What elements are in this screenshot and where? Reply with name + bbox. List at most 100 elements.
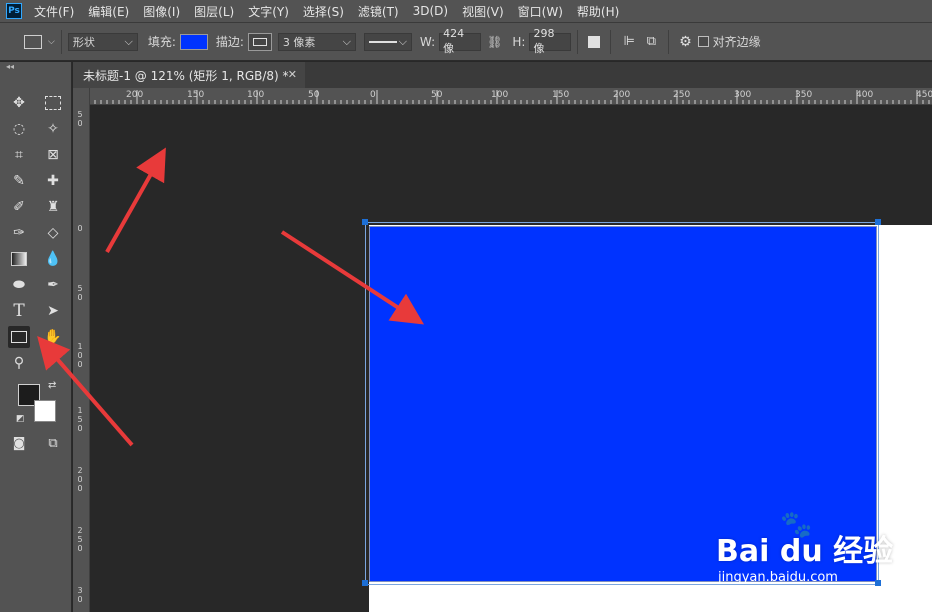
stroke-color-swatch[interactable] bbox=[247, 32, 272, 51]
separator bbox=[610, 29, 612, 54]
menu-window[interactable]: 窗口(W) bbox=[518, 3, 563, 20]
blur-tool-icon[interactable]: 💧 bbox=[42, 248, 64, 270]
gear-icon[interactable]: ⚙ bbox=[679, 34, 692, 50]
document-tab-title: 未标题-1 @ 121% (矩形 1, RGB/8) * bbox=[83, 68, 289, 83]
width-field[interactable]: 424 像 bbox=[439, 27, 482, 55]
ruler-label: 2 5 0 bbox=[77, 526, 83, 553]
fill-label: 填充: bbox=[147, 35, 176, 49]
eraser-tool-icon[interactable]: ◇ bbox=[42, 222, 64, 244]
collapse-panel-icon[interactable]: ◂◂ bbox=[6, 62, 14, 71]
tool-preset-picker[interactable] bbox=[24, 34, 42, 49]
link-icon[interactable]: ⛓ bbox=[487, 35, 502, 49]
menu-edit[interactable]: 编辑(E) bbox=[88, 3, 129, 20]
height-label: H: bbox=[512, 34, 526, 49]
menu-help[interactable]: 帮助(H) bbox=[577, 3, 619, 20]
magic-wand-tool-icon[interactable]: ✧ bbox=[42, 118, 64, 140]
history-brush-tool-icon[interactable]: ✑ bbox=[8, 222, 30, 244]
menu-image[interactable]: 图像(I) bbox=[143, 3, 180, 20]
menu-3d[interactable]: 3D(D) bbox=[413, 4, 448, 18]
ruler-label: 0 bbox=[77, 224, 83, 233]
menu-filter[interactable]: 滤镜(T) bbox=[358, 3, 399, 20]
pen-tool-icon[interactable]: ✒ bbox=[42, 274, 64, 296]
eyedropper-tool-icon[interactable]: ✎ bbox=[8, 170, 30, 192]
transform-handle[interactable] bbox=[362, 219, 368, 225]
options-bar: ⌵ 形状 ⌵ 填充: 描边: 3 像素 ⌵ ⌵ W: 424 像 ⛓ H: 29… bbox=[0, 23, 932, 61]
stroke-label: 描边: bbox=[215, 35, 244, 49]
ruler-label: 50 bbox=[308, 90, 320, 100]
quick-mask-icon[interactable]: ◙ bbox=[8, 432, 30, 454]
default-colors-icon[interactable]: ◩ bbox=[16, 414, 25, 424]
type-tool-icon[interactable]: T bbox=[8, 300, 30, 322]
separator bbox=[577, 29, 579, 54]
height-field[interactable]: 298 像 bbox=[529, 27, 572, 55]
menu-type[interactable]: 文字(Y) bbox=[248, 3, 289, 20]
stroke-type-select[interactable]: ⌵ bbox=[363, 32, 412, 51]
tool-mode-select[interactable]: 形状 ⌵ bbox=[67, 32, 138, 51]
ruler-label: 150 bbox=[187, 90, 205, 100]
path-alignment-icon[interactable]: ⊫ bbox=[623, 34, 634, 49]
transform-handle[interactable] bbox=[875, 219, 881, 225]
horizontal-ruler: 200 150 100 50 0 50 100 150 200 250 300 … bbox=[73, 88, 932, 105]
document-tab-bar: 未标题-1 @ 121% (矩形 1, RGB/8) * ✕ bbox=[73, 62, 932, 88]
ruler-label: 2 0 0 bbox=[77, 466, 83, 493]
chevron-down-icon: ⌵ bbox=[342, 34, 351, 48]
align-edges-label: 对齐边缘 bbox=[712, 35, 761, 49]
stroke-width-value: 3 像素 bbox=[282, 35, 316, 49]
document-tab[interactable]: 未标题-1 @ 121% (矩形 1, RGB/8) * ✕ bbox=[73, 62, 305, 88]
separator bbox=[668, 29, 670, 54]
baidu-watermark: 🐾 Bai du 经验 jingyan.baidu.com bbox=[712, 510, 932, 590]
rectangle-tool-icon[interactable] bbox=[8, 326, 30, 348]
zoom-tool-icon[interactable]: ⚲ bbox=[8, 352, 30, 374]
crop-tool-icon[interactable]: ⌗ bbox=[8, 144, 30, 166]
tools-panel: ◂◂ ✥ ◌ ✧ ⌗ ⊠ ✎ ✚ ✐ ♜ ✑ ◇ 💧 ⬬ ✒ T ➤ ✋ ⚲ ⇄… bbox=[0, 62, 72, 612]
menu-select[interactable]: 选择(S) bbox=[303, 3, 344, 20]
transform-handle[interactable] bbox=[362, 580, 368, 586]
tool-mode-value: 形状 bbox=[72, 35, 95, 49]
separator bbox=[60, 29, 62, 54]
chevron-down-icon: ⌵ bbox=[398, 34, 407, 48]
path-selection-tool-icon[interactable]: ➤ bbox=[42, 300, 64, 322]
lasso-tool-icon[interactable]: ◌ bbox=[8, 118, 30, 140]
stroke-width-select[interactable]: 3 像素 ⌵ bbox=[277, 32, 356, 51]
gradient-tool-icon[interactable] bbox=[8, 248, 30, 270]
hand-tool-icon[interactable]: ✋ bbox=[42, 326, 64, 348]
ruler-label: 100 bbox=[247, 90, 265, 100]
path-operations-icon[interactable] bbox=[588, 35, 601, 48]
close-icon[interactable]: ✕ bbox=[288, 68, 297, 81]
ruler-label: 250 bbox=[673, 90, 691, 100]
screen-mode-icon[interactable]: ⧉ bbox=[42, 432, 64, 454]
menu-file[interactable]: 文件(F) bbox=[34, 3, 74, 20]
path-arrangement-icon[interactable]: ⧉ bbox=[647, 34, 656, 49]
menu-view[interactable]: 视图(V) bbox=[462, 3, 504, 20]
menu-layer[interactable]: 图层(L) bbox=[194, 3, 234, 20]
ruler-label: 50 bbox=[431, 90, 443, 100]
frame-tool-icon[interactable]: ⊠ bbox=[42, 144, 64, 166]
stroke-line-icon bbox=[368, 40, 397, 43]
ruler-label: 1 0 0 bbox=[77, 342, 83, 369]
ruler-label: 300 bbox=[734, 90, 752, 100]
marquee-tool-icon[interactable] bbox=[42, 92, 64, 114]
photoshop-logo-icon: Ps bbox=[6, 3, 22, 19]
brush-tool-icon[interactable]: ✐ bbox=[8, 196, 30, 218]
ruler-label: 450 bbox=[916, 90, 932, 100]
align-edges-checkbox[interactable] bbox=[697, 36, 709, 47]
ruler-label: 200 bbox=[126, 90, 144, 100]
stroke-preview-icon bbox=[252, 37, 267, 46]
swap-colors-icon[interactable]: ⇄ bbox=[48, 380, 56, 391]
chevron-down-icon: ⌵ bbox=[124, 34, 133, 48]
ruler-label: 5 0 bbox=[77, 110, 83, 128]
vertical-ruler: 5 0 0 5 0 1 0 0 1 5 0 2 0 0 2 5 0 3 0 bbox=[73, 88, 90, 612]
ruler-label: 1 5 0 bbox=[77, 406, 83, 433]
ruler-label: 5 0 bbox=[77, 284, 83, 302]
background-color-swatch[interactable] bbox=[34, 400, 56, 422]
clone-stamp-tool-icon[interactable]: ♜ bbox=[42, 196, 64, 218]
ruler-label: 0 bbox=[370, 90, 376, 100]
dodge-tool-icon[interactable]: ⬬ bbox=[8, 274, 30, 296]
fill-color-swatch[interactable] bbox=[179, 33, 208, 50]
healing-brush-tool-icon[interactable]: ✚ bbox=[42, 170, 64, 192]
menu-bar: Ps 文件(F) 编辑(E) 图像(I) 图层(L) 文字(Y) 选择(S) 滤… bbox=[0, 0, 932, 23]
ruler-label: 150 bbox=[552, 90, 570, 100]
move-tool-icon[interactable]: ✥ bbox=[8, 92, 30, 114]
width-label: W: bbox=[419, 34, 436, 49]
chevron-down-icon[interactable]: ⌵ bbox=[48, 37, 55, 47]
